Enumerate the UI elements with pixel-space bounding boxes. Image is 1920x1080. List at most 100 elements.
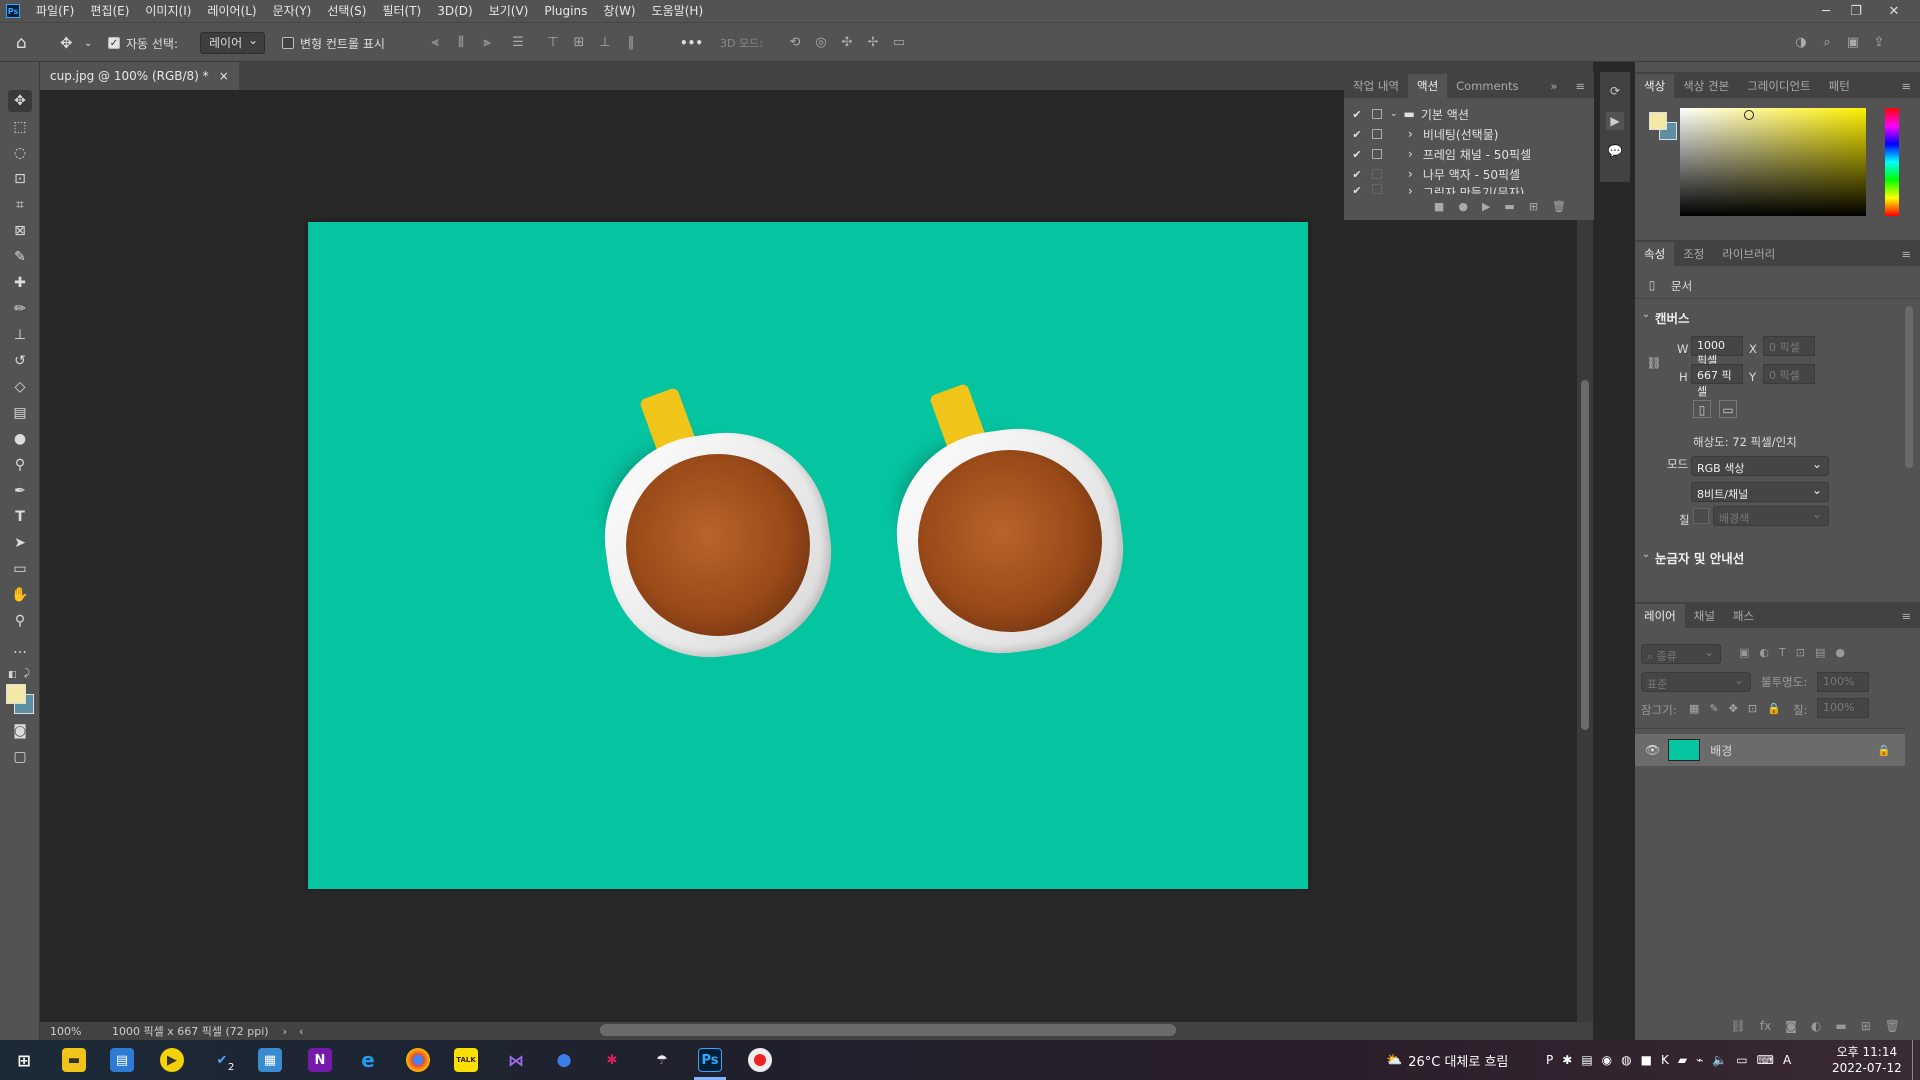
3d-orbit-icon[interactable]: ⟲ [787,35,803,51]
screen-mode-icon[interactable]: ▢ [8,746,32,768]
comments-panel-icon[interactable]: 💬 [1606,142,1624,160]
object-select-icon[interactable]: ⊡ [8,168,32,190]
action-row[interactable]: ✔ › 나무 액자 - 50픽셀 [1344,164,1584,184]
tab-patterns[interactable]: 패턴 [1820,74,1859,98]
tab-libraries[interactable]: 라이브러리 [1713,242,1784,266]
menu-edit[interactable]: 편집(E) [82,0,137,22]
play-icon[interactable]: ▶ [1482,200,1490,213]
tray-app2-icon[interactable]: ▤ [1581,1053,1592,1067]
history-panel-icon[interactable]: ⟳ [1606,82,1624,100]
path-select-icon[interactable]: ➤ [8,532,32,554]
check-icon[interactable]: ✔ [1350,148,1364,161]
bit-depth-dropdown[interactable]: 8비트/채널 [1691,480,1829,502]
align-middle-icon[interactable]: ⊞ [571,35,587,51]
trash-icon[interactable]: 🗑 [1552,200,1566,213]
panel-menu-icon[interactable]: ≡ [1892,242,1920,266]
lock-artboard-icon[interactable]: ⊡ [1748,702,1757,715]
menu-3d[interactable]: 3D(D) [429,0,480,22]
blend-mode-dropdown[interactable]: 표준 [1641,670,1751,692]
menu-image[interactable]: 이미지(I) [137,0,199,22]
network-icon[interactable]: ⌁ [1696,1053,1703,1067]
new-action-icon[interactable]: ⊞ [1529,200,1538,213]
calculator-icon[interactable]: ▦ [258,1048,282,1072]
notepad-app-icon[interactable]: ▤ [110,1048,134,1072]
lock-transparent-icon[interactable]: ▦ [1689,702,1699,715]
delete-layer-icon[interactable]: 🗑 [1885,1019,1900,1033]
more-options-icon[interactable]: ••• [680,31,703,55]
healing-brush-icon[interactable]: ✚ [8,272,32,294]
mask-icon[interactable]: ◙ [1785,1019,1797,1033]
landscape-orientation-icon[interactable]: ▭ [1719,400,1737,418]
new-set-icon[interactable]: ▬ [1504,200,1514,213]
menu-plugins[interactable]: Plugins [536,0,595,22]
tab-adjustments[interactable]: 조정 [1674,242,1713,266]
align-top-icon[interactable]: ⊤ [545,35,561,51]
portrait-orientation-icon[interactable]: ▯ [1693,400,1711,418]
align-left-icon[interactable]: ⫷ [427,35,443,51]
check-icon[interactable]: ✔ [1350,128,1364,141]
chevron-right-icon[interactable]: › [1408,167,1413,181]
chevron-left-icon[interactable]: ‹ [299,1025,303,1038]
filter-toggle-icon[interactable]: ● [1835,646,1845,659]
chevron-down-icon[interactable]: ⌄ [1637,546,1655,564]
3d-slide-icon[interactable]: ✢ [865,35,881,51]
tray-green-icon[interactable]: ◉ [1602,1053,1612,1067]
hand-tool-icon[interactable]: ✋ [8,584,32,606]
foreground-color-chip[interactable] [1649,112,1667,130]
move-tool-icon[interactable]: ✥ [60,31,73,55]
menu-layer[interactable]: 레이어(L) [199,0,264,22]
menu-select[interactable]: 선택(S) [319,0,374,22]
chevron-down-icon[interactable]: ⌄ [1637,306,1655,324]
zoom-level[interactable]: 100% [50,1025,100,1038]
layer-name[interactable]: 배경 [1710,742,1732,759]
layer-row[interactable]: 👁 배경 🔒 [1635,734,1905,766]
opacity-field[interactable]: 100% [1817,672,1869,692]
search-icon[interactable]: ⌕ [1819,35,1835,51]
eraser-tool-icon[interactable]: ◇ [8,376,32,398]
chevron-down-icon[interactable]: ⌄ [1390,109,1398,119]
shape-filter-icon[interactable]: ⊡ [1796,646,1805,659]
3d-pan-icon[interactable]: ✣ [839,35,855,51]
marquee-tool-icon[interactable]: ⬚ [8,116,32,138]
document-tab[interactable]: cup.jpg @ 100% (RGB/8) * × [40,62,239,90]
tray-nvidia-icon[interactable]: ▰ [1678,1053,1687,1067]
rectangle-tool-icon[interactable]: ▭ [8,558,32,580]
new-group-icon[interactable]: ▬ [1835,1019,1846,1033]
tab-color[interactable]: 색상 [1635,74,1675,98]
record-icon[interactable]: ● [1458,200,1468,213]
panel-collapse-icon[interactable]: » [1541,74,1566,98]
hue-slider[interactable] [1885,108,1899,216]
x-field[interactable]: 0 픽셀 [1763,336,1815,356]
chrome-icon[interactable] [406,1048,430,1072]
tray-app3-icon[interactable]: ◍ [1621,1053,1631,1067]
align-center-icon[interactable]: ⫼ [453,35,469,51]
share-icon[interactable]: ⇪ [1871,35,1887,51]
swap-colors-icon[interactable]: ⤸ [24,668,34,679]
tab-comments[interactable]: Comments [1447,74,1527,98]
3d-roll-icon[interactable]: ◎ [813,35,829,51]
stamp-tool-icon[interactable]: ⊥ [8,324,32,346]
action-row[interactable]: ✔ › 프레임 채널 - 50픽셀 [1344,144,1584,164]
color-mode-dropdown[interactable]: RGB 색상 [1691,454,1829,476]
tab-actions[interactable]: 액션 [1407,74,1448,98]
fill-dropdown[interactable]: 배경색 [1713,504,1829,526]
learn-icon[interactable]: ◑ [1793,35,1809,51]
media-player-icon[interactable]: ▶ [160,1048,184,1072]
edit-toolbar-icon[interactable]: … [8,638,32,660]
link-layers-icon[interactable]: ⛓ [1731,1019,1746,1033]
eye-icon[interactable]: 👁 [1645,743,1660,757]
tab-swatches[interactable]: 색상 견본 [1674,74,1738,98]
distribute-vertical-icon[interactable]: ‖ [623,35,639,51]
blur-tool-icon[interactable]: ● [8,428,32,450]
crop-tool-icon[interactable]: ⌗ [8,194,32,216]
chevron-down-icon[interactable]: ⌄ [84,31,92,55]
align-right-icon[interactable]: ⫸ [479,35,495,51]
brush-tool-icon[interactable]: ✏ [8,298,32,320]
transform-controls-checkbox[interactable]: 변형 컨트롤 표시 [282,31,385,55]
chevron-right-icon[interactable]: › [1408,127,1413,141]
gradient-tool-icon[interactable]: ▤ [8,402,32,424]
file-explorer-icon[interactable]: ▬ [62,1048,86,1072]
onenote-icon[interactable]: N [308,1048,332,1072]
visual-studio-icon[interactable]: ⋈ [504,1048,528,1072]
move-tool-icon[interactable]: ✥ [8,90,32,112]
